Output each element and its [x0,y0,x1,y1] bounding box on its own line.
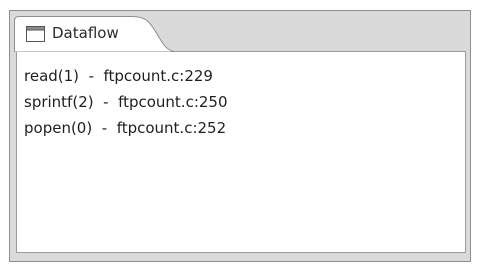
dataflow-view: Dataflow read(1) - ftpcount.c:229 sprint… [9,10,471,262]
tab-dataflow[interactable]: Dataflow [14,16,174,52]
tab-label: Dataflow [52,24,119,42]
list-item[interactable]: sprintf(2) - ftpcount.c:250 [24,89,465,115]
tab-strip: Dataflow [10,11,470,52]
dataflow-list: read(1) - ftpcount.c:229 sprintf(2) - ft… [16,51,466,253]
list-item[interactable]: read(1) - ftpcount.c:229 [24,63,465,89]
view-window-icon [26,26,45,42]
list-item[interactable]: popen(0) - ftpcount.c:252 [24,115,465,141]
